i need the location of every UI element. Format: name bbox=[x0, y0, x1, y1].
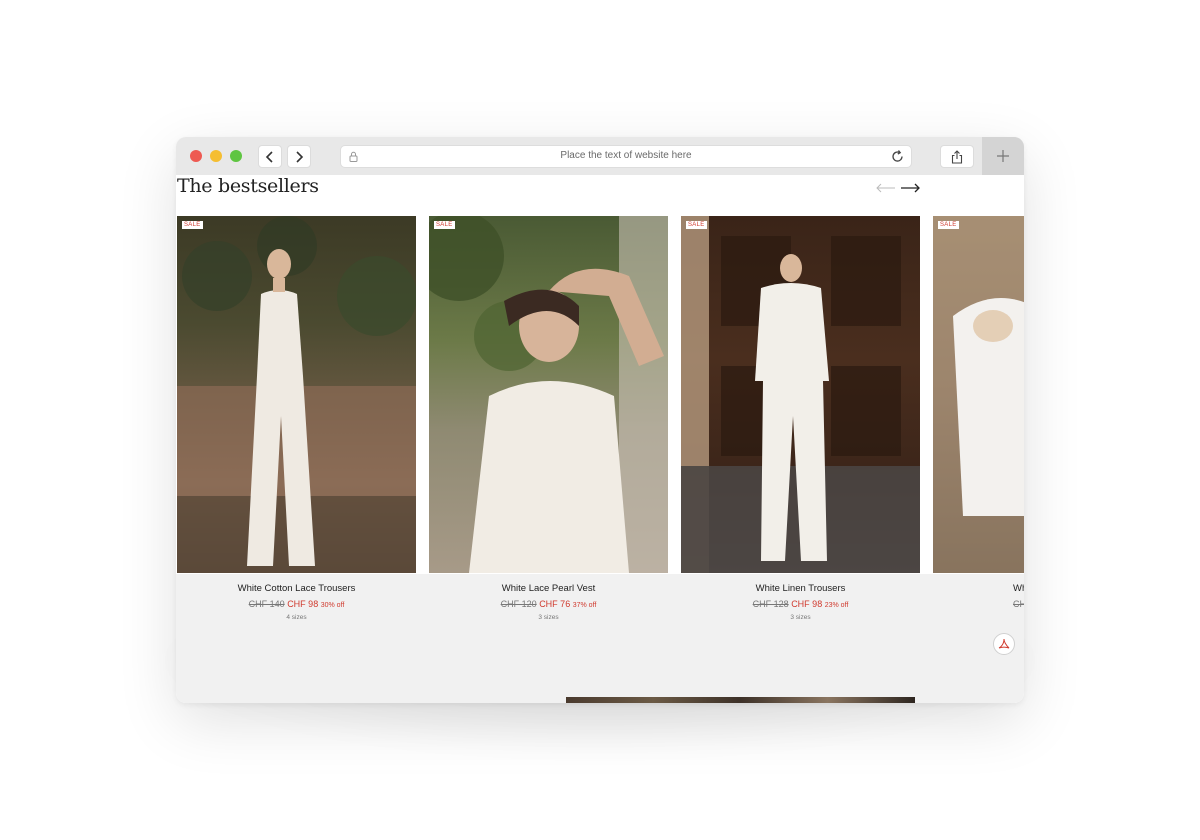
pdf-icon[interactable] bbox=[993, 633, 1015, 655]
back-button[interactable] bbox=[258, 145, 282, 168]
browser-window: Place the text of website here The bests… bbox=[176, 137, 1024, 703]
sizes-count: 3 sizes bbox=[790, 614, 811, 621]
discount: 37% off bbox=[572, 602, 597, 609]
product-price: CHF 128 CHF 98 23% off bbox=[681, 599, 920, 609]
product-photo bbox=[429, 216, 668, 573]
new-tab-button[interactable] bbox=[982, 137, 1024, 175]
share-button[interactable] bbox=[940, 145, 974, 168]
forward-button[interactable] bbox=[287, 145, 311, 168]
reload-icon[interactable] bbox=[890, 149, 905, 164]
address-text: Place the text of website here bbox=[560, 150, 692, 161]
product-image[interactable]: SALE bbox=[933, 216, 1024, 573]
product-photo bbox=[681, 216, 920, 573]
address-bar[interactable]: Place the text of website here bbox=[340, 145, 912, 168]
arrow-right-icon[interactable] bbox=[900, 183, 920, 193]
new-price: CHF 98 bbox=[791, 599, 823, 609]
sizes-count: 3 sizes bbox=[538, 614, 559, 621]
discount: 23% off bbox=[824, 602, 849, 609]
product-photo bbox=[933, 216, 1024, 573]
product-name[interactable]: White Linen Trousers bbox=[681, 583, 920, 594]
product-card[interactable]: SALE Wh CHF bbox=[933, 216, 1024, 609]
new-price: CHF 98 bbox=[287, 599, 319, 609]
old-price: CHF bbox=[1013, 599, 1024, 609]
old-price: CHF 140 bbox=[248, 599, 285, 609]
scene: Place the text of website here The bests… bbox=[0, 0, 1200, 840]
product-info: Wh CHF bbox=[933, 573, 1024, 609]
browser-toolbar: Place the text of website here bbox=[176, 137, 1024, 176]
product-image[interactable]: SALE bbox=[429, 216, 668, 573]
sizes-count: 4 sizes bbox=[286, 614, 307, 621]
arrow-left-icon[interactable] bbox=[876, 183, 896, 193]
sale-badge: SALE bbox=[434, 221, 455, 229]
section-title: The bestsellers bbox=[177, 175, 319, 197]
product-info: White Lace Pearl Vest CHF 120 CHF 76 37%… bbox=[429, 573, 668, 621]
new-price: CHF 76 bbox=[539, 599, 571, 609]
forward-icon bbox=[296, 150, 304, 163]
product-info: White Cotton Lace Trousers CHF 140 CHF 9… bbox=[177, 573, 416, 621]
page-content: The bestsellers SALE White Cotton Lace T… bbox=[176, 175, 1024, 703]
share-icon bbox=[951, 149, 963, 164]
old-price: CHF 128 bbox=[752, 599, 789, 609]
product-image[interactable]: SALE bbox=[177, 216, 416, 573]
product-name[interactable]: Wh bbox=[1013, 583, 1024, 594]
discount: 30% off bbox=[320, 602, 345, 609]
maximize-window-button[interactable] bbox=[230, 150, 242, 162]
back-icon bbox=[265, 150, 273, 163]
product-card[interactable]: SALE White Cotton Lace Trousers CHF 140 … bbox=[177, 216, 416, 621]
product-price: CHF bbox=[1013, 599, 1024, 609]
product-card[interactable]: SALE White Linen Trousers CHF 128 CHF 98… bbox=[681, 216, 920, 621]
product-name[interactable]: White Lace Pearl Vest bbox=[429, 583, 668, 594]
product-price: CHF 140 CHF 98 30% off bbox=[177, 599, 416, 609]
product-name[interactable]: White Cotton Lace Trousers bbox=[177, 583, 416, 594]
sale-badge: SALE bbox=[182, 221, 203, 229]
old-price: CHF 120 bbox=[500, 599, 537, 609]
product-card[interactable]: SALE White Lace Pearl Vest CHF 120 CHF 7… bbox=[429, 216, 668, 621]
close-window-button[interactable] bbox=[190, 150, 202, 162]
next-row-image-peek bbox=[566, 697, 915, 703]
minimize-window-button[interactable] bbox=[210, 150, 222, 162]
sale-badge: SALE bbox=[938, 221, 959, 229]
sale-badge: SALE bbox=[686, 221, 707, 229]
product-price: CHF 120 CHF 76 37% off bbox=[429, 599, 668, 609]
product-info: White Linen Trousers CHF 128 CHF 98 23% … bbox=[681, 573, 920, 621]
product-photo bbox=[177, 216, 416, 573]
product-image[interactable]: SALE bbox=[681, 216, 920, 573]
pdf-glyph bbox=[998, 638, 1010, 649]
plus-icon bbox=[997, 150, 1009, 162]
